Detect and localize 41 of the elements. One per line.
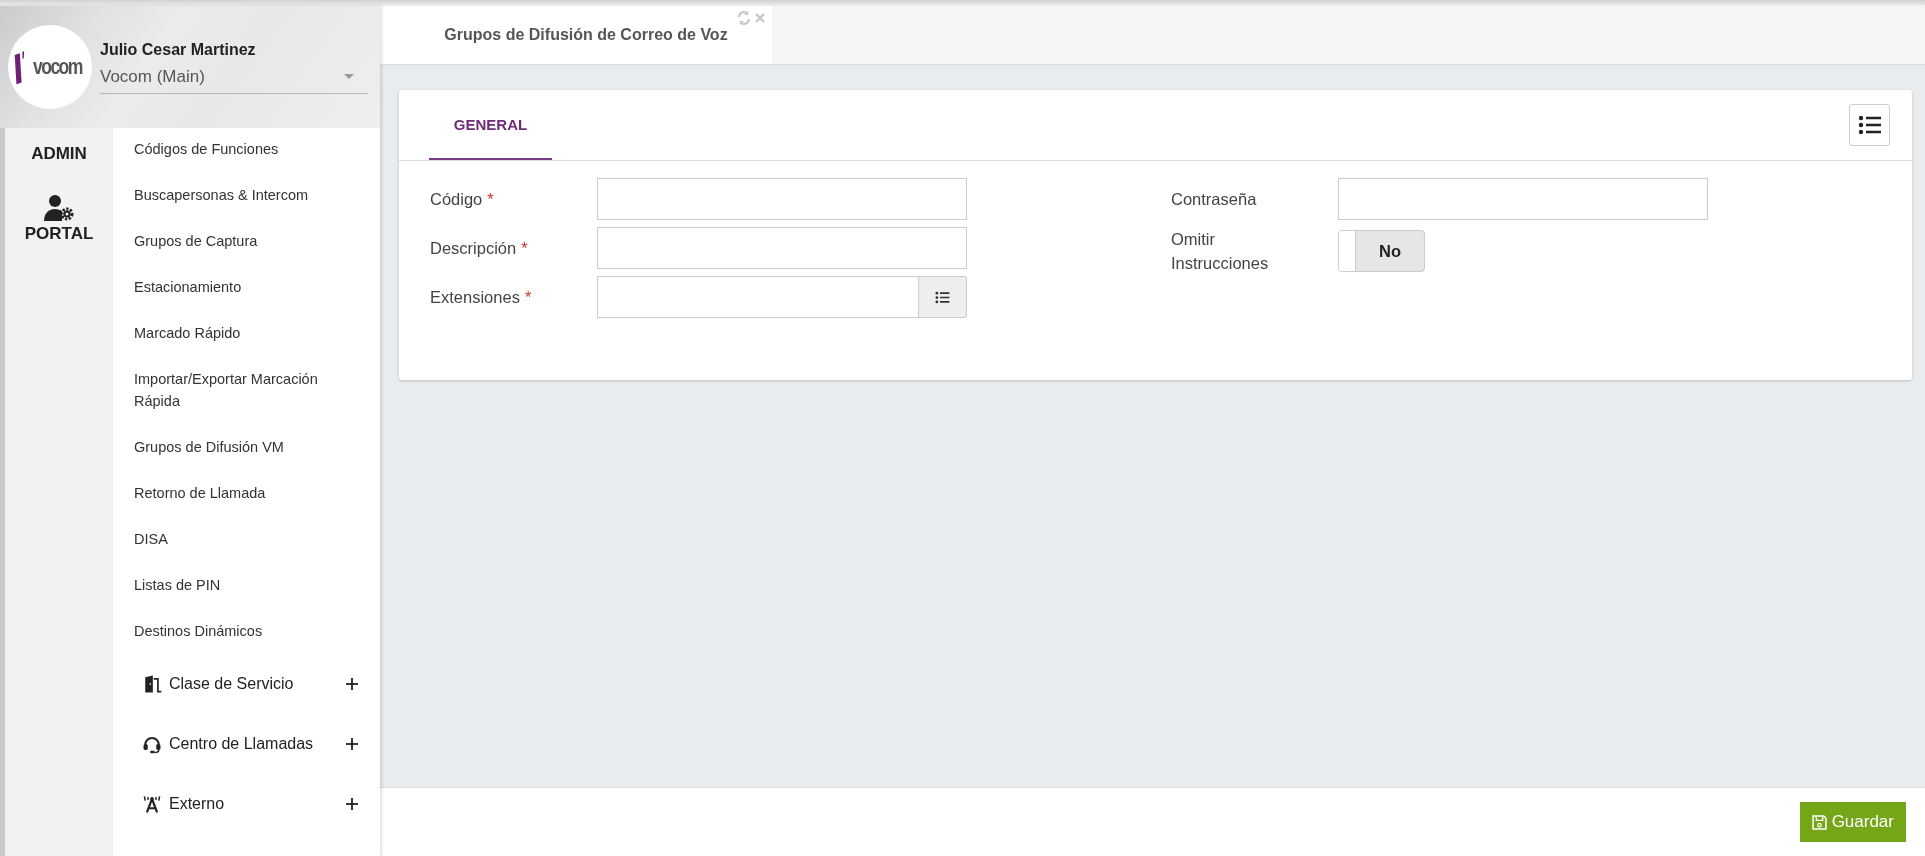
list-icon	[1857, 115, 1882, 135]
field-label: Extensiones *	[430, 287, 533, 308]
refresh-icon[interactable]	[736, 10, 752, 26]
close-icon[interactable]	[754, 12, 766, 24]
user-name: Julio Cesar Martinez	[100, 40, 257, 59]
menu-item[interactable]: Buscapersonas & Intercom	[113, 172, 380, 218]
tab[interactable]: GENERAL	[429, 90, 552, 160]
headset-icon	[141, 734, 163, 754]
menu-group[interactable]: Centro de Llamadas	[113, 714, 380, 774]
menu-item[interactable]: Grupos de Captura	[113, 218, 380, 264]
menu-item[interactable]: Grupos de Difusión VM	[113, 424, 380, 470]
rail-item[interactable]: PORTAL	[5, 194, 113, 244]
menu-item[interactable]: Importar/Exportar Marcación Rápida	[113, 356, 380, 424]
page-tab[interactable]: Grupos de Difusión de Correo de Voz	[380, 6, 772, 64]
field-label: Contraseña	[1171, 189, 1258, 210]
field-label: Omitir Instrucciones	[1171, 229, 1270, 274]
menu-group[interactable]: Clase de Servicio	[113, 654, 380, 714]
menu-item[interactable]: DISA	[113, 516, 380, 562]
menu-item[interactable]: Códigos de Funciones	[113, 126, 380, 172]
menu-item[interactable]: Listas de PIN	[113, 562, 380, 608]
company-logo: vocom	[8, 25, 92, 109]
list-icon	[935, 290, 950, 304]
menu-item[interactable]: Marcado Rápido	[113, 310, 380, 356]
toggle-switch[interactable]: No	[1338, 230, 1425, 272]
field-label: Descripción *	[430, 238, 529, 259]
text-field[interactable]	[597, 227, 967, 269]
caret-icon	[344, 74, 354, 79]
menu-group[interactable]: Externo	[113, 774, 380, 834]
user-gear-icon	[43, 194, 75, 222]
menu-item[interactable]: Destinos Dinámicos	[113, 608, 380, 654]
save-icon	[1811, 814, 1827, 830]
text-field[interactable]	[1338, 178, 1708, 220]
text-field[interactable]	[597, 178, 967, 220]
list-button[interactable]	[1849, 104, 1890, 146]
text-field[interactable]	[597, 276, 919, 318]
field-label: Código *	[430, 189, 495, 210]
rail-item[interactable]: ADMIN	[5, 144, 113, 164]
menu-item[interactable]: Estacionamiento	[113, 264, 380, 310]
antenna-icon	[141, 794, 163, 814]
menu-item[interactable]: Retorno de Llamada	[113, 470, 380, 516]
account-select[interactable]: Vocom (Main)	[100, 64, 368, 94]
